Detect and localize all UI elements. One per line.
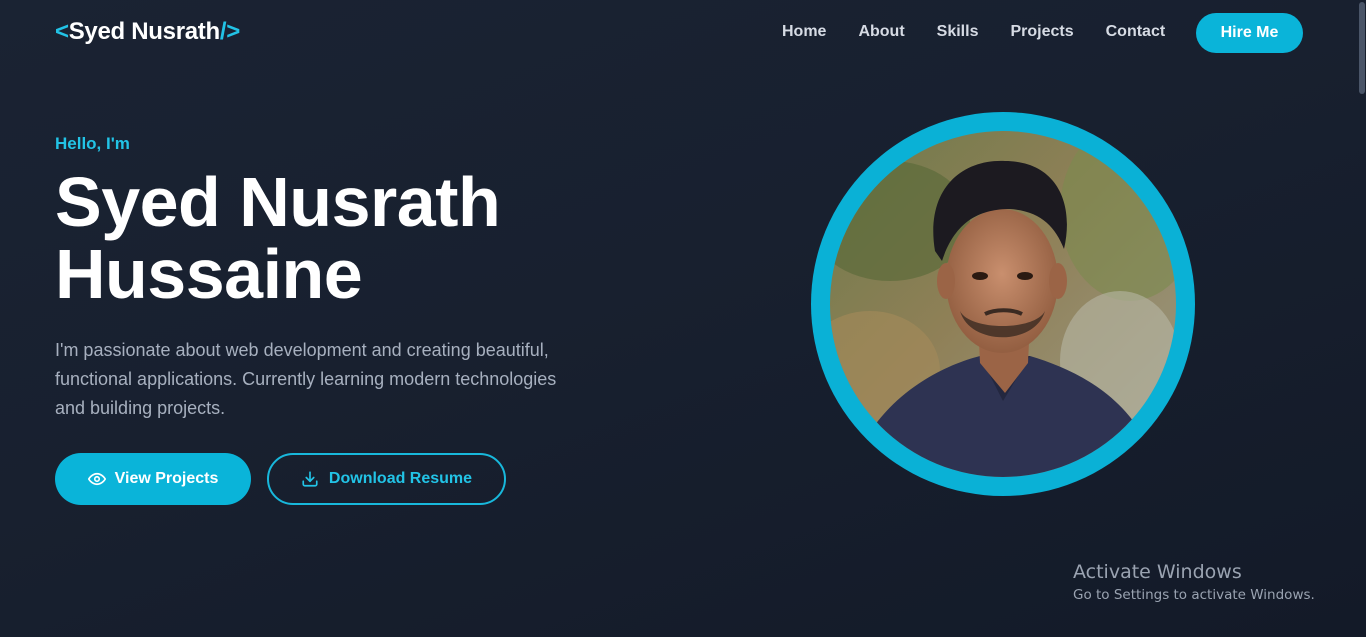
logo-name: Syed Nusrath — [68, 18, 220, 45]
activate-windows-subtitle: Go to Settings to activate Windows. — [1073, 587, 1315, 603]
hero-greeting: Hello, I'm — [55, 134, 130, 153]
download-resume-label: Download Resume — [328, 470, 473, 487]
profile-photo — [830, 131, 1176, 477]
download-resume-button[interactable]: Download Resume — [267, 453, 506, 505]
eye-icon — [87, 470, 106, 488]
hero-title-line1: Syed Nusrath — [55, 163, 501, 241]
nav-links: Home About Skills Projects Contact — [782, 23, 1197, 41]
profile-photo-frame — [811, 112, 1195, 496]
hire-me-button[interactable]: Hire Me — [1196, 13, 1303, 53]
logo-close-bracket: /> — [219, 18, 240, 45]
activate-windows-title: Activate Windows — [1073, 561, 1242, 583]
download-icon — [301, 470, 319, 488]
nav-link-skills[interactable]: Skills — [937, 23, 979, 41]
logo-open-bracket: < — [55, 18, 69, 45]
nav-link-projects[interactable]: Projects — [1010, 23, 1073, 41]
nav-link-home[interactable]: Home — [782, 23, 826, 41]
scrollbar-thumb[interactable] — [1359, 2, 1365, 94]
hero-description: I'm passionate about web development and… — [55, 340, 557, 418]
hero-title: Syed Nusrath Hussaine — [55, 166, 615, 310]
page: <Syed Nusrath/> Home About Skills Projec… — [0, 0, 1366, 637]
activate-windows-watermark: Activate Windows Go to Settings to activ… — [1073, 561, 1315, 603]
nav-link-contact[interactable]: Contact — [1106, 23, 1166, 41]
hero-title-line2: Hussaine — [55, 235, 363, 313]
page-scrollbar[interactable] — [1358, 0, 1366, 637]
profile-photo-illustration — [830, 131, 1176, 477]
navbar: <Syed Nusrath/> Home About Skills Projec… — [0, 0, 1366, 66]
view-projects-button[interactable]: View Projects — [55, 453, 251, 505]
view-projects-label: View Projects — [114, 470, 219, 487]
nav-link-about[interactable]: About — [858, 23, 904, 41]
site-logo[interactable]: <Syed Nusrath/> — [55, 18, 240, 46]
